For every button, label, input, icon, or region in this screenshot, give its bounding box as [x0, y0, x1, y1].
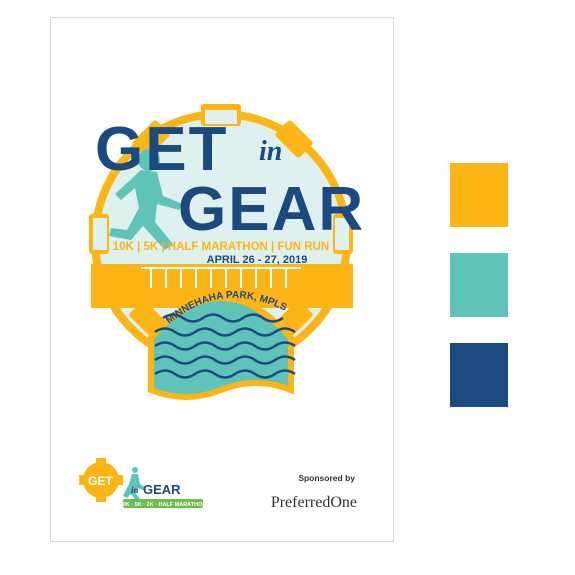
color-swatch-teal [450, 253, 508, 317]
date-line: APRIL 26 - 27, 2019 [207, 254, 308, 266]
sponsored-by-label: Sponsored by [298, 473, 355, 483]
sponsor-name: PreferredOne [271, 494, 357, 511]
logo-get: GET [88, 474, 113, 488]
event-poster: GET in GEAR 10K | 5K | HALF MARATHON | F… [50, 17, 394, 542]
events-line: 10K | 5K | HALF MARATHON | FUN RUN [113, 241, 329, 253]
footer-logo: GET in GEAR 10K · 5K · 2K · HALF MARATHO… [79, 458, 206, 508]
logo-gear: GEAR [143, 482, 181, 497]
title-gear: GEAR [178, 175, 365, 244]
title-in: in [259, 136, 282, 167]
logo-in: in [131, 485, 139, 495]
color-swatch-gold [450, 163, 508, 227]
color-swatch-navy [450, 343, 508, 407]
poster-artwork: GET in GEAR 10K | 5K | HALF MARATHON | F… [79, 104, 365, 511]
title-get: GET [95, 115, 228, 184]
logo-tagline: 10K · 5K · 2K · HALF MARATHON [120, 502, 207, 508]
